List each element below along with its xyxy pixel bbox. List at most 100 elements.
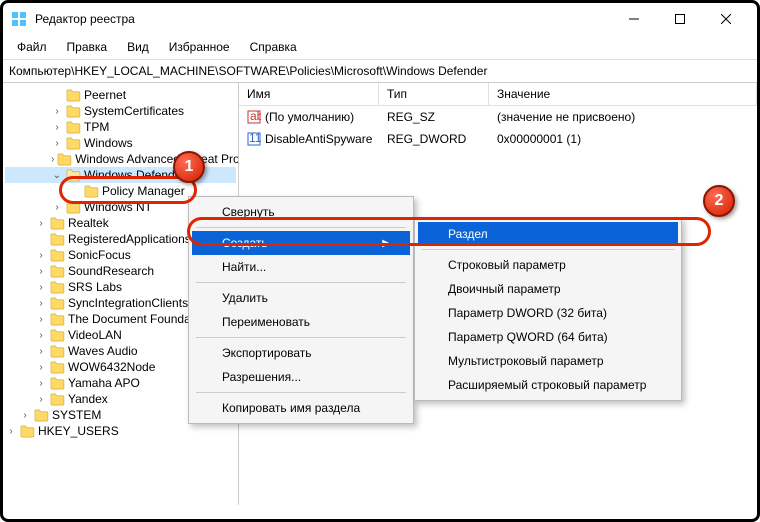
list-row[interactable]: ab(По умолчанию)REG_SZ(значение не присв… [239,106,757,128]
folder-icon [50,297,65,310]
ctx-new-qword[interactable]: Параметр QWORD (64 бита) [418,325,678,349]
menu-view[interactable]: Вид [117,37,159,57]
app-icon [11,11,27,27]
tree-item-label: Windows Defender [84,168,185,182]
ctx-find[interactable]: Найти... [192,255,410,279]
tree-item-label: RegisteredApplications [68,232,191,246]
tree-item-label: SyncIntegrationClients [68,296,188,310]
close-button[interactable] [703,3,749,35]
chevron-icon: › [35,298,47,309]
tree-item-label: SYSTEM [52,408,101,422]
list-row[interactable]: 110DisableAntiSpywareREG_DWORD0x00000001… [239,128,757,150]
folder-icon [34,409,49,422]
chevron-icon: › [35,394,47,405]
folder-icon [66,89,81,102]
cell-value: (значение не присвоено) [489,108,757,126]
menu-help[interactable]: Справка [240,37,307,57]
tree-item[interactable]: ›Windows [5,135,236,151]
folder-icon [66,169,81,182]
chevron-icon: › [5,426,17,437]
tree-item-label: SRS Labs [68,280,122,294]
marker-1: 1 [173,151,205,183]
tree-item-label: Peernet [84,88,126,102]
address-bar[interactable]: Компьютер\HKEY_LOCAL_MACHINE\SOFTWARE\Po… [3,60,757,83]
ctx-collapse[interactable]: Свернуть [192,200,410,224]
context-submenu-create[interactable]: Раздел Строковый параметр Двоичный парам… [414,218,682,401]
tree-item-label: Windows Advanced Threat Protection [75,152,239,166]
tree-item-label: Yamaha APO [68,376,140,390]
ctx-sep [196,392,406,393]
tree-item-label: Windows [84,136,133,150]
chevron-icon: › [51,202,63,213]
chevron-icon: › [19,410,31,421]
folder-icon [50,265,65,278]
tree-item-label: TPM [84,120,109,134]
ctx-new-expandstring[interactable]: Расширяемый строковый параметр [418,373,678,397]
cell-name: ab(По умолчанию) [239,108,379,126]
menubar: Файл Правка Вид Избранное Справка [3,35,757,60]
folder-icon [50,233,65,246]
ctx-create[interactable]: Создать▶ [192,231,410,255]
cell-type: REG_DWORD [379,130,489,148]
context-menu[interactable]: Свернуть Создать▶ Найти... Удалить Переи… [188,196,414,424]
folder-icon [66,137,81,150]
chevron-icon: › [35,314,47,325]
value-icon: 110 [247,132,261,146]
folder-icon [50,377,65,390]
col-type[interactable]: Тип [379,83,489,105]
tree-item-label: WOW6432Node [68,360,155,374]
marker-2: 2 [703,185,735,217]
chevron-icon: › [35,362,47,373]
folder-icon [50,281,65,294]
ctx-new-dword[interactable]: Параметр DWORD (32 бита) [418,301,678,325]
cell-value: 0x00000001 (1) [489,130,757,148]
tree-item-label: SoundResearch [68,264,154,278]
tree-item[interactable]: ›SystemCertificates [5,103,236,119]
maximize-button[interactable] [657,3,703,35]
chevron-icon: › [35,266,47,277]
col-value[interactable]: Значение [489,83,757,105]
menu-edit[interactable]: Правка [57,37,118,57]
minimize-button[interactable] [611,3,657,35]
ctx-new-key[interactable]: Раздел [418,222,678,246]
chevron-icon: › [35,282,47,293]
tree-item-label: Realtek [68,216,109,230]
ctx-sep [196,227,406,228]
folder-icon [66,105,81,118]
chevron-icon: › [51,122,63,133]
svg-text:ab: ab [250,110,261,123]
col-name[interactable]: Имя [239,83,379,105]
ctx-new-binary[interactable]: Двоичный параметр [418,277,678,301]
tree-item[interactable]: › HKEY_USERS [5,423,236,439]
ctx-export[interactable]: Экспортировать [192,341,410,365]
tree-item-label: SonicFocus [68,248,131,262]
folder-icon [66,201,81,214]
window-controls [611,3,749,35]
ctx-permissions[interactable]: Разрешения... [192,365,410,389]
cell-type: REG_SZ [379,108,489,126]
chevron-icon: › [51,106,63,117]
ctx-sep [422,249,674,250]
ctx-new-string[interactable]: Строковый параметр [418,253,678,277]
ctx-rename[interactable]: Переименовать [192,310,410,334]
tree-item-label: Waves Audio [68,344,138,358]
ctx-delete[interactable]: Удалить [192,286,410,310]
menu-favorites[interactable]: Избранное [159,37,240,57]
chevron-icon: › [35,330,47,341]
ctx-new-multistring[interactable]: Мультистроковый параметр [418,349,678,373]
folder-icon [66,121,81,134]
tree-item[interactable]: Peernet [5,87,236,103]
ctx-sep [196,337,406,338]
tree-item-label: Policy Manager [102,184,185,198]
tree-item-label: Yandex [68,392,108,406]
titlebar: Редактор реестра [3,3,757,35]
chevron-icon: › [51,154,54,165]
chevron-icon: › [35,218,47,229]
menu-file[interactable]: Файл [7,37,57,57]
folder-icon [84,185,99,198]
window-title: Редактор реестра [35,12,611,26]
tree-item[interactable]: › TPM [5,119,236,135]
tree-item-label: HKEY_USERS [38,424,119,438]
ctx-copy-key-name[interactable]: Копировать имя раздела [192,396,410,420]
chevron-icon: ⌄ [51,170,63,181]
